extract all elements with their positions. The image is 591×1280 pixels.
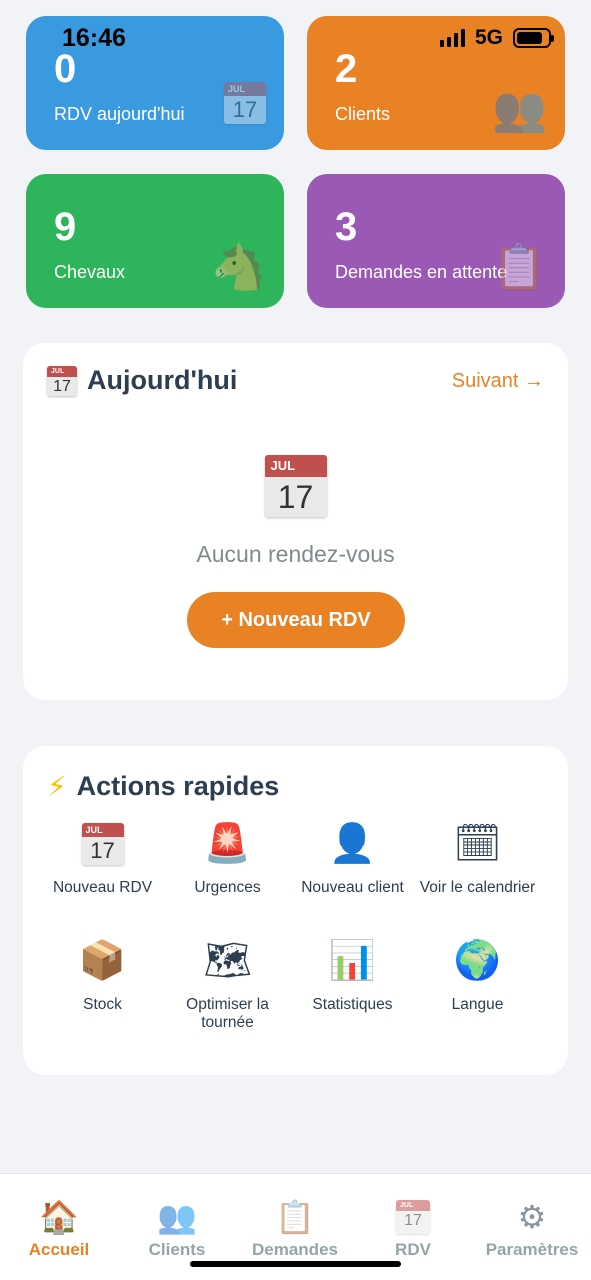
tab-label: RDV xyxy=(395,1240,431,1259)
siren-icon: 🚨 xyxy=(203,823,252,865)
calendar-icon: JUL 17 xyxy=(354,1198,472,1236)
calendar-icon: JUL 17 xyxy=(40,821,165,867)
quick-actions-title: ⚡ Actions rapides xyxy=(47,770,279,803)
package-icon: 📦 xyxy=(78,940,127,982)
map-icon: 🗺 xyxy=(203,940,252,982)
clipboard-icon: 📋 xyxy=(275,1199,315,1235)
quick-action-label: Voir le calendrier xyxy=(419,879,536,896)
status-time: 16:46 xyxy=(62,24,126,52)
tab-label: Paramètres xyxy=(485,1240,579,1259)
tab-label: Clients xyxy=(148,1240,206,1259)
quick-actions-panel: ⚡ Actions rapides JUL 17 Nouveau RDV 🚨 Ur… xyxy=(23,746,568,1075)
quick-action-optimize-route[interactable]: 🗺 Optimiser la tournée xyxy=(165,938,290,1032)
next-link[interactable]: Suivant → xyxy=(452,370,544,393)
tab-requests[interactable]: 📋 Demandes xyxy=(236,1198,354,1260)
calendar-icon: JUL 17 xyxy=(47,365,77,396)
people-icon: 👥 xyxy=(157,1199,197,1235)
people-icon: 👥 xyxy=(492,85,547,134)
new-appointment-button[interactable]: + Nouveau RDV xyxy=(187,592,405,648)
quick-action-stock[interactable]: 📦 Stock xyxy=(40,938,165,1014)
person-icon: 👤 xyxy=(328,823,377,865)
signal-icon xyxy=(439,29,465,47)
bar-chart-icon: 📊 xyxy=(328,940,377,982)
quick-action-statistics[interactable]: 📊 Statistiques xyxy=(290,938,415,1014)
network-label: 5G xyxy=(474,26,503,49)
spiral-calendar-icon: 🗓 xyxy=(453,823,502,865)
status-indicators: 5G xyxy=(439,26,554,50)
calendar-icon: JUL 17 xyxy=(224,82,266,132)
today-panel: JUL 17 Aujourd'hui Suivant → JUL 17 Aucun … xyxy=(23,343,568,700)
tab-label: Accueil xyxy=(28,1240,90,1259)
horse-icon: 🐴 xyxy=(211,243,266,292)
quick-action-new-client[interactable]: 👤 Nouveau client xyxy=(290,821,415,897)
tab-home[interactable]: 🏠 Accueil xyxy=(0,1198,118,1260)
quick-action-label: Statistiques xyxy=(312,996,393,1013)
stat-card-pending-requests[interactable]: 3 Demandes en attente 📋 xyxy=(307,174,565,308)
empty-calendar-icon: JUL 17 xyxy=(264,455,327,522)
quick-action-label: Optimiser la tournée xyxy=(186,996,269,1031)
quick-action-emergencies[interactable]: 🚨 Urgences xyxy=(165,821,290,897)
tab-appointments[interactable]: JUL 17 RDV xyxy=(354,1198,472,1260)
quick-action-label: Stock xyxy=(83,996,122,1013)
quick-action-label: Langue xyxy=(451,996,504,1013)
tab-clients[interactable]: 👥 Clients xyxy=(118,1198,236,1260)
today-title: JUL 17 Aujourd'hui xyxy=(47,365,237,396)
battery-icon xyxy=(513,28,554,48)
quick-action-label: Nouveau RDV xyxy=(52,879,153,896)
quick-action-label: Urgences xyxy=(194,879,261,896)
quick-action-label: Nouveau client xyxy=(301,879,404,896)
quick-action-view-calendar[interactable]: 🗓 Voir le calendrier xyxy=(415,821,540,897)
home-indicator[interactable] xyxy=(190,1261,401,1267)
today-title-text: Aujourd'hui xyxy=(87,365,238,395)
stat-card-horses[interactable]: 9 Chevaux 🐴 xyxy=(26,174,284,308)
tab-settings[interactable]: ⚙ Paramètres xyxy=(473,1198,591,1260)
tab-label: Demandes xyxy=(252,1240,338,1259)
gear-icon: ⚙ xyxy=(517,1199,547,1235)
quick-actions-title-text: Actions rapides xyxy=(76,771,280,801)
lightning-icon: ⚡ xyxy=(47,771,67,802)
house-icon: 🏠 xyxy=(39,1199,79,1235)
clipboard-icon: 📋 xyxy=(492,243,547,292)
quick-action-language[interactable]: 🌍 Langue xyxy=(415,938,540,1014)
empty-state-text: Aucun rendez-vous xyxy=(196,541,395,567)
globe-icon: 🌍 xyxy=(453,940,502,982)
quick-action-new-appointment[interactable]: JUL 17 Nouveau RDV xyxy=(40,821,165,897)
